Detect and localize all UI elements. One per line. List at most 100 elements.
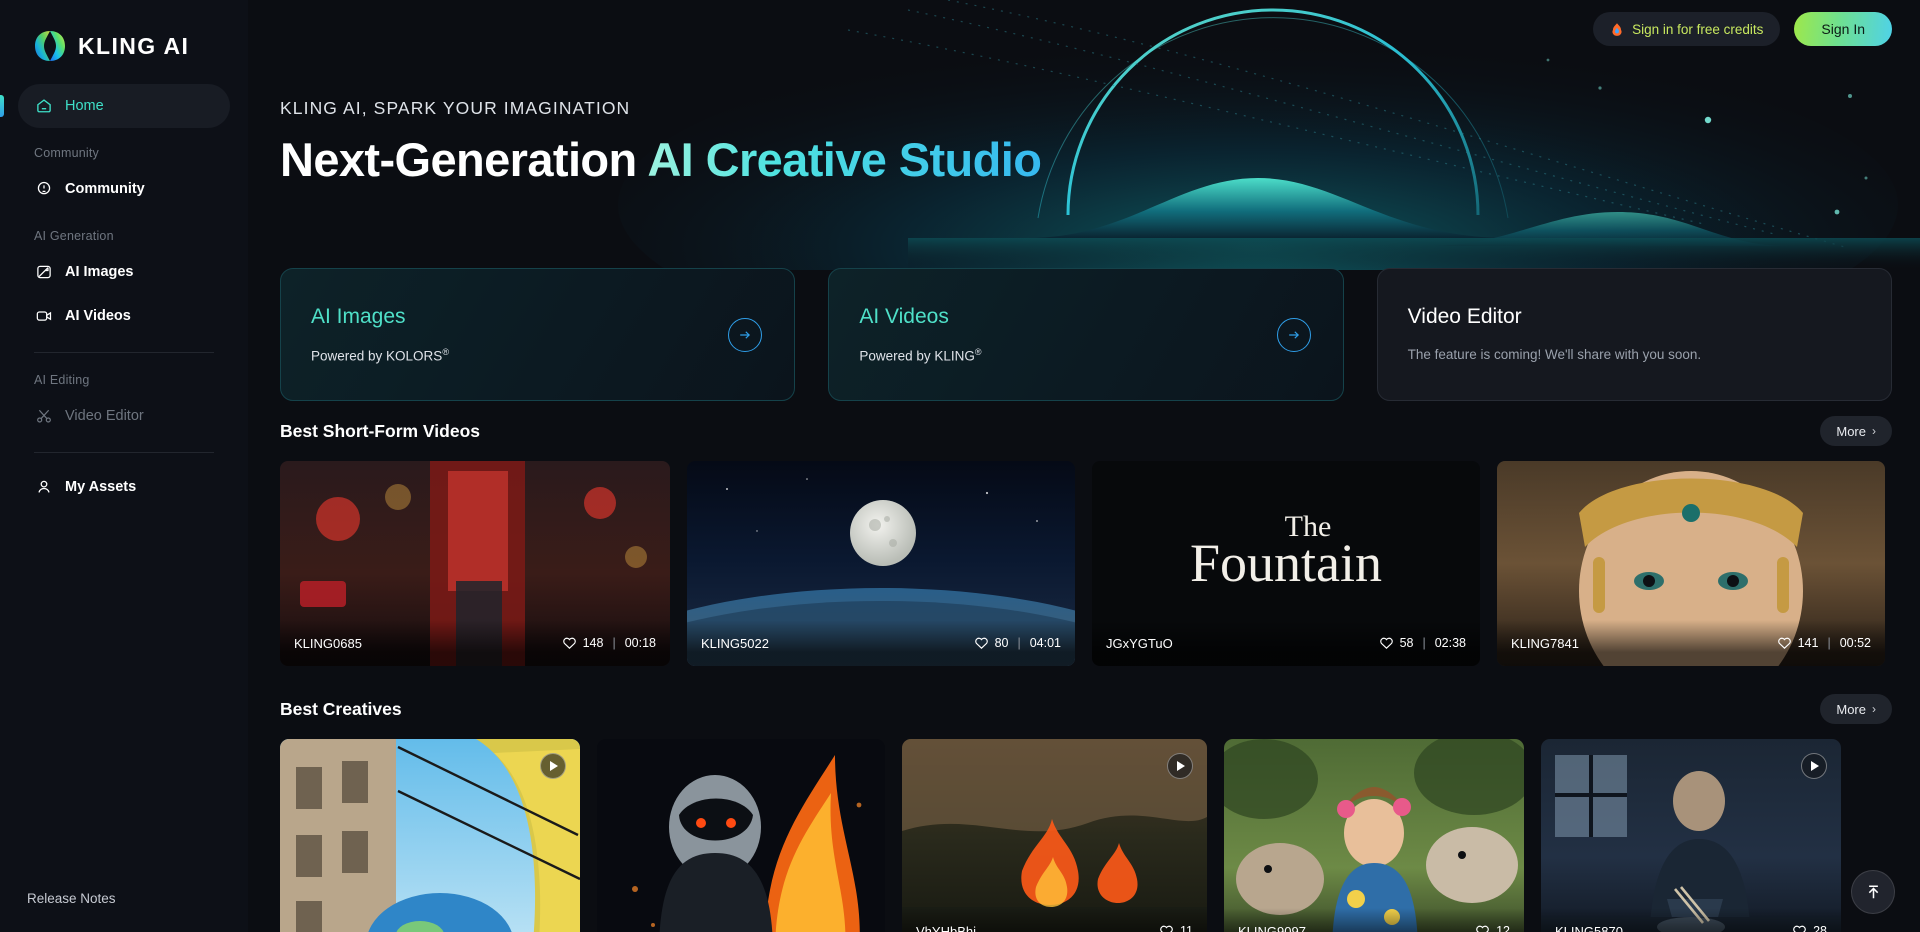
like-count-value: 11 — [1180, 924, 1193, 932]
hero-title-accent: AI Creative Studio — [647, 133, 1042, 186]
play-icon[interactable] — [540, 753, 566, 779]
sidebar-item-community[interactable]: Community — [18, 167, 230, 211]
feature-card-row: AI Images Powered by KOLORS® AI Videos P… — [280, 268, 1892, 401]
feature-card-subtitle-text: Powered by KLING — [859, 348, 975, 364]
arrow-right-icon[interactable] — [1276, 317, 1311, 352]
sidebar-item-my-assets[interactable]: My Assets — [18, 465, 230, 509]
sidebar-item-home-label: Home — [65, 98, 104, 114]
sign-in-button[interactable]: Sign In — [1794, 12, 1892, 46]
video-meta: KLING7841 141 | 00:52 — [1497, 620, 1885, 666]
creative-card[interactable] — [597, 739, 885, 932]
hero-text-block: KLING AI, SPARK YOUR IMAGINATION Next-Ge… — [280, 98, 1042, 186]
brand-logo[interactable]: KLING AI — [0, 0, 248, 70]
sidebar-item-community-label: Community — [65, 181, 145, 197]
creative-stats: 12 — [1475, 924, 1510, 932]
top-bar: Sign in for free credits Sign In — [248, 0, 1920, 58]
app-root: KLING AI Home Community Community AI Gen… — [0, 0, 1920, 932]
more-button-label: More — [1836, 423, 1866, 439]
sidebar-item-ai-videos-label: AI Videos — [65, 308, 131, 324]
like-count: 141 — [1777, 636, 1819, 650]
video-stats: 148 | 00:18 — [562, 636, 656, 650]
kling-logo-icon — [33, 29, 67, 63]
creative-stats: 11 — [1159, 924, 1193, 932]
bulb-icon — [34, 180, 53, 199]
like-count-value: 148 — [582, 636, 604, 650]
video-duration: 00:52 — [1839, 636, 1871, 650]
section-header: Best Short-Form Videos More › — [280, 414, 1892, 448]
creative-name: VhYHbBhj — [916, 923, 976, 932]
creative-card[interactable]: KLING9097 12 KLING AI — [1224, 739, 1524, 932]
release-notes-link[interactable]: Release Notes — [0, 891, 248, 932]
video-meta: JGxYGTuO 58 | 02:38 — [1092, 620, 1480, 666]
feature-card-subtitle: Powered by KLING® — [859, 347, 1312, 364]
user-icon — [34, 478, 53, 497]
video-name: KLING5022 — [701, 635, 769, 651]
video-stats: 80 | 04:01 — [974, 636, 1061, 650]
chevron-right-icon: › — [1872, 702, 1876, 716]
creative-card[interactable] — [280, 739, 580, 932]
like-count-value: 141 — [1797, 636, 1819, 650]
heart-icon — [1379, 636, 1394, 650]
like-count-value: 28 — [1813, 924, 1827, 932]
meta-divider: | — [1017, 636, 1021, 650]
creative-name: KLING9097 — [1238, 923, 1306, 932]
video-duration: 00:18 — [624, 636, 656, 650]
creative-thumbnail — [1224, 739, 1524, 932]
creative-thumbnail — [1541, 739, 1841, 932]
creative-name: KLING5870 — [1555, 923, 1623, 932]
video-name: KLING7841 — [1511, 635, 1579, 651]
free-credits-button[interactable]: Sign in for free credits — [1593, 12, 1781, 46]
sidebar-group-label-community: Community — [34, 146, 100, 160]
main-content: KLING AI, SPARK YOUR IMAGINATION Next-Ge… — [248, 0, 1920, 932]
feature-card-subtitle: The feature is coming! We'll share with … — [1407, 347, 1702, 362]
like-count-value: 58 — [1399, 636, 1414, 650]
short-form-video-row: KLING0685 148 | 00:18 KLING5022 80 | 04:… — [280, 461, 1892, 666]
more-button-creatives[interactable]: More › — [1820, 694, 1892, 724]
sidebar: KLING AI Home Community Community AI Gen… — [0, 0, 248, 932]
heart-icon — [1475, 924, 1490, 932]
meta-divider: | — [1422, 636, 1426, 650]
sidebar-item-video-editor[interactable]: Video Editor — [18, 394, 230, 438]
sidebar-divider-2 — [34, 452, 214, 453]
creative-thumbnail — [597, 739, 885, 932]
feature-card-title: AI Images — [311, 305, 406, 328]
feature-card-video-editor: Video Editor The feature is coming! We'l… — [1376, 268, 1892, 401]
feature-card-ai-videos[interactable]: AI Videos Powered by KLING® — [828, 268, 1344, 401]
more-button-short-form[interactable]: More › — [1820, 416, 1892, 446]
scroll-to-top-icon — [1864, 883, 1883, 902]
like-count-value: 80 — [994, 636, 1009, 650]
section-title: Best Short-Form Videos — [280, 420, 480, 441]
video-duration: 02:38 — [1434, 636, 1466, 650]
play-icon[interactable] — [1801, 753, 1827, 779]
creative-card[interactable]: KLING5870 28 KLING AI — [1541, 739, 1841, 932]
sidebar-item-my-assets-label: My Assets — [65, 479, 137, 495]
video-name: KLING0685 — [294, 635, 362, 651]
video-name: JGxYGTuO — [1106, 635, 1173, 651]
sidebar-item-ai-videos[interactable]: AI Videos — [18, 294, 230, 338]
creatives-row: VhYHbBhj 11 KLING AI — [280, 739, 1892, 932]
sidebar-item-ai-images[interactable]: AI Images — [18, 250, 230, 294]
feature-card-ai-images[interactable]: AI Images Powered by KOLORS® — [280, 268, 796, 401]
video-card[interactable]: KLING5022 80 | 04:01 — [687, 461, 1075, 666]
play-icon[interactable] — [1167, 753, 1193, 779]
free-credits-label: Sign in for free credits — [1632, 21, 1764, 37]
video-stats: 141 | 00:52 — [1777, 636, 1871, 650]
home-icon — [34, 97, 53, 116]
hero-title-white: Next-Generation — [280, 133, 648, 186]
video-card[interactable]: KLING7841 141 | 00:52 — [1497, 461, 1885, 666]
creative-thumbnail — [902, 739, 1207, 932]
chevron-right-icon: › — [1872, 424, 1876, 438]
creative-meta: KLING9097 12 — [1224, 908, 1524, 932]
image-icon — [34, 263, 53, 282]
heart-icon — [1159, 924, 1174, 932]
arrow-right-icon[interactable] — [728, 317, 763, 352]
scissors-icon — [34, 407, 53, 426]
sidebar-item-home[interactable]: Home — [0, 84, 230, 128]
scroll-to-top-button[interactable] — [1851, 870, 1895, 914]
like-count: 148 — [562, 636, 604, 650]
video-card[interactable]: The Fountain JGxYGTuO 58 | 02:38 — [1092, 461, 1480, 666]
video-meta: KLING5022 80 | 04:01 — [687, 620, 1075, 666]
sidebar-divider-1 — [34, 352, 214, 353]
video-card[interactable]: KLING0685 148 | 00:18 — [280, 461, 670, 666]
creative-card[interactable]: VhYHbBhj 11 KLING AI — [902, 739, 1207, 932]
